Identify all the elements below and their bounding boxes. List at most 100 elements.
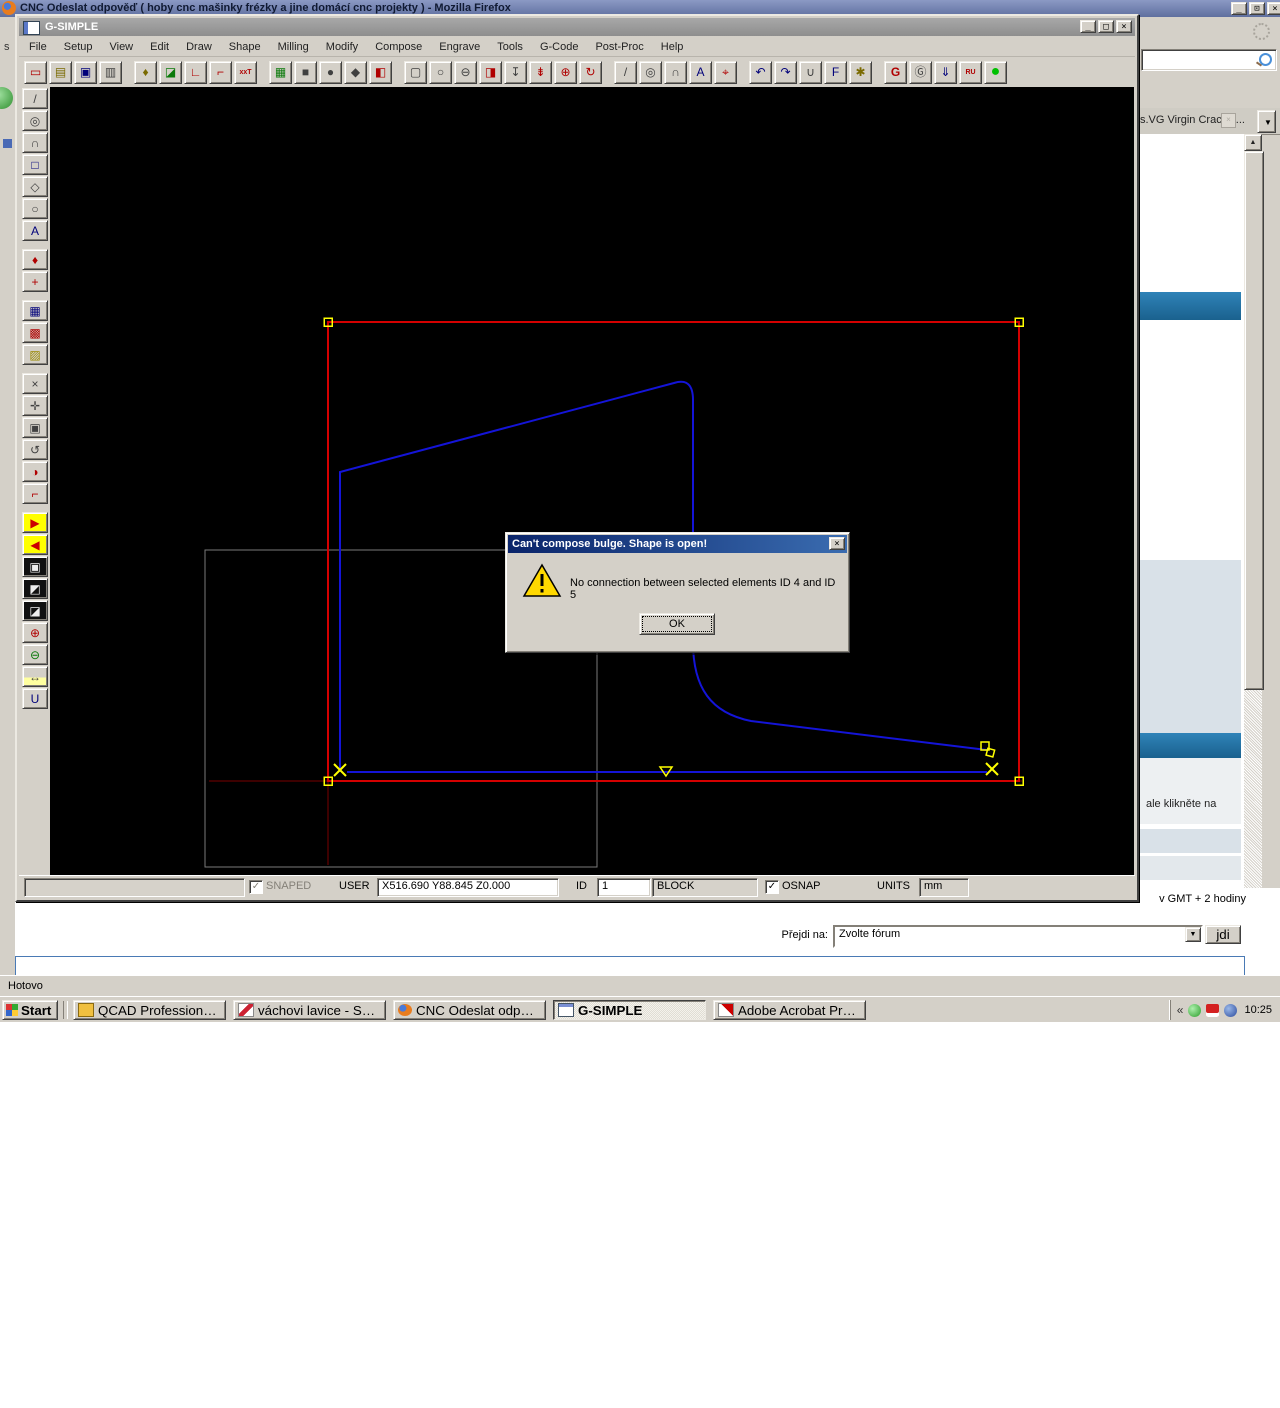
cad-canvas[interactable]: Can't compose bulge. Shape is open! × No… [50,87,1134,876]
bore-button[interactable]: ⊕ [554,61,577,84]
tray-expand-icon[interactable]: « [1177,1003,1184,1017]
palette-rotate[interactable]: ↺ [22,439,48,460]
menu-draw[interactable]: Draw [186,41,212,53]
start-button[interactable]: Start [2,1000,58,1020]
wrench-button[interactable]: ✱ [849,61,872,84]
menu-engrave[interactable]: Engrave [439,41,480,53]
palette-measure[interactable]: ↔ [22,666,48,687]
firefox-close-button[interactable]: × [1267,2,1280,15]
palette-delete-grid[interactable]: ▩ [22,322,48,343]
undo-button[interactable]: ↶ [749,61,772,84]
palette-ellipse[interactable]: ○ [22,198,48,219]
font-button[interactable]: F [824,61,847,84]
redo-button[interactable]: ↷ [774,61,797,84]
print-button[interactable]: ▥ [99,61,122,84]
palette-point-grid[interactable]: ▨ [22,344,48,365]
shape-polygon-button[interactable]: ◆ [344,61,367,84]
menu-edit[interactable]: Edit [150,41,169,53]
machine-button[interactable]: Ⓖ [909,61,932,84]
search-input[interactable] [1141,49,1277,71]
page-scrollbar[interactable]: ▲ ▼ [1244,134,1262,980]
drill-pattern-button[interactable]: ⇟ [529,61,552,84]
tab-list-arrow-button[interactable]: ▼ [1257,110,1276,133]
palette-copy[interactable]: ▣ [22,417,48,438]
taskbar-qcad[interactable]: QCAD Professional Demo [73,1000,226,1020]
shape-square-button[interactable]: ■ [294,61,317,84]
new-shape-button[interactable]: ▦ [269,61,292,84]
stamp-button[interactable]: ♦ [134,61,157,84]
thread-button[interactable]: ↻ [579,61,602,84]
chevron-down-icon[interactable]: ▼ [1185,927,1201,942]
palette-polygon[interactable]: ◇ [22,176,48,197]
palette-circle[interactable]: ◎ [22,110,48,131]
pocket-slot-button[interactable]: ⊖ [454,61,477,84]
menu-file[interactable]: File [29,41,47,53]
ok-button[interactable]: OK [639,613,715,635]
tab-close-icon[interactable]: × [1221,113,1236,128]
palette-arc[interactable]: ∩ [22,132,48,153]
tools-xxt-button[interactable]: xxT [234,61,257,84]
gsimple-minimize-button[interactable]: _ [1080,20,1096,33]
text-button[interactable]: A [689,61,712,84]
taskbar-sketchup[interactable]: váchovi lavice - SketchU... [233,1000,386,1020]
menu-postproc[interactable]: Post-Proc [595,41,643,53]
scroll-up-icon[interactable]: ▲ [1244,134,1262,151]
menu-modify[interactable]: Modify [326,41,358,53]
taskbar-firefox[interactable]: CNC Odeslat odpověď' ( ... [393,1000,546,1020]
gcode-button[interactable]: G [884,61,907,84]
gsimple-maximize-button[interactable]: □ [1098,20,1114,33]
palette-view-top[interactable]: ▣ [22,556,48,577]
menu-milling[interactable]: Milling [278,41,309,53]
palette-corner[interactable]: ⌐ [22,483,48,504]
palette-stamp[interactable]: ♦ [22,249,48,270]
ati-tray-icon[interactable] [1206,1004,1219,1017]
menu-gcode[interactable]: G-Code [540,41,579,53]
export-button[interactable]: ⇓ [934,61,957,84]
shape-cut-button[interactable]: ◧ [369,61,392,84]
gsimple-titlebar[interactable]: G-SIMPLE _ □ × [19,18,1135,36]
point-button[interactable]: ⌖ [714,61,737,84]
status-button[interactable]: ● [984,61,1007,84]
palette-view-sw[interactable]: ◪ [22,600,48,621]
axes-button[interactable]: ∟ [184,61,207,84]
dialog-titlebar[interactable]: Can't compose bulge. Shape is open! × [508,535,847,553]
firefox-restore-button[interactable]: ⊡ [1249,2,1265,15]
shape-circle-button[interactable]: ● [319,61,342,84]
ruvnc-button[interactable]: RU VNC [959,61,982,84]
menu-help[interactable]: Help [661,41,684,53]
palette-dxf-import[interactable]: ◀ [22,534,48,555]
arc-button[interactable]: ∩ [664,61,687,84]
firefox-minimize-button[interactable]: _ [1231,2,1247,15]
dialog-close-button[interactable]: × [829,537,845,550]
circle-button[interactable]: ◎ [639,61,662,84]
palette-text[interactable]: A [22,220,48,241]
new-button[interactable]: ▭ [24,61,47,84]
palette-delete[interactable]: × [22,373,48,394]
eraser-button[interactable]: ◪ [159,61,182,84]
palette-zoom-in[interactable]: ⊕ [22,622,48,643]
palette-trim[interactable]: + [22,271,48,292]
messenger-tray-icon[interactable] [1188,1004,1201,1017]
palette-mirror[interactable]: ◑ [22,461,48,482]
palette-select-grid[interactable]: ▦ [22,300,48,321]
taskbar-gsimple[interactable]: G-SIMPLE [553,1000,706,1020]
menu-shape[interactable]: Shape [229,41,261,53]
back-button-fragment[interactable] [0,87,13,109]
attach-button[interactable]: ∪ [799,61,822,84]
scrollbar-thumb[interactable] [1244,151,1264,690]
open-button[interactable]: ▤ [49,61,72,84]
palette-rect[interactable]: □ [22,154,48,175]
osnap-checkbox[interactable]: ✓ [765,880,779,894]
java-tray-icon[interactable] [1224,1004,1237,1017]
pocket-rect-button[interactable]: ▢ [404,61,427,84]
menu-compose[interactable]: Compose [375,41,422,53]
menu-view[interactable]: View [109,41,133,53]
palette-line[interactable]: / [22,88,48,109]
menu-tools[interactable]: Tools [497,41,523,53]
gsimple-close-button[interactable]: × [1116,20,1132,33]
menu-setup[interactable]: Setup [64,41,93,53]
palette-undo[interactable]: U [22,688,48,709]
snaped-checkbox[interactable]: ✓ [249,880,263,894]
taskbar-acrobat[interactable]: Adobe Acrobat Professio... [713,1000,866,1020]
palette-dxf-export[interactable]: ▶ [22,512,48,533]
